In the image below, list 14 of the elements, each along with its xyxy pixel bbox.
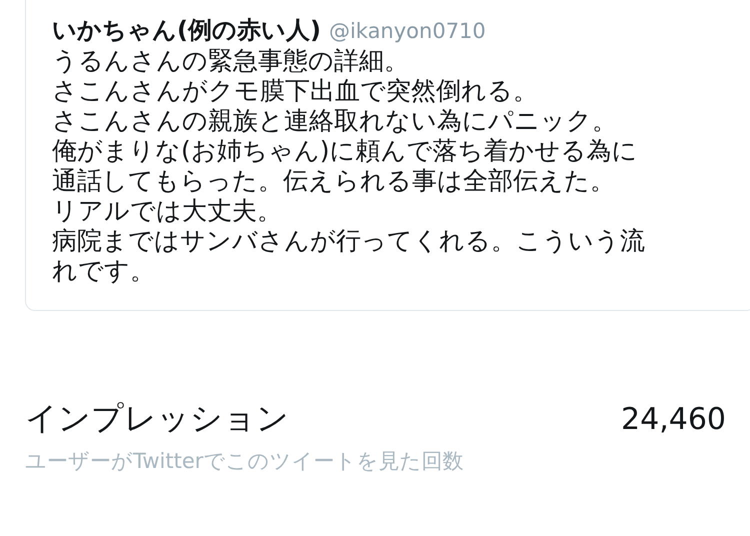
quoted-tweet-card[interactable]: いかちゃん(例の赤い人) @ikanyon0710 うるんさんの緊急事態の詳細。 さこんさんがクモ膜下出血で突然倒れる。 さこんさんの親族と連絡取れない為にパニック。 俺がまりな(お姉ちゃん)に頼んで落ち着かせる為に 通話してもらった。伝えられる事は全部伝えた。 リアルでは大丈夫。 病院まではサンバさんが行ってくれる。こういう流 れです。 [25,0,750,311]
tweet-text-line: れです。 [52,256,156,286]
tweet-text-line: さこんさんがクモ膜下出血で突然倒れる。 [52,76,539,106]
tweet-text-line: 通話してもらった。伝えられる事は全部伝えた。 [52,166,616,196]
tweet-text-line: 俺がまりな(お姉ちゃん)に頼んで落ち着かせる為に [52,136,639,166]
tweet-text-line: 病院まではサンバさんが行ってくれる。こういう流 [52,226,646,256]
tweet-text-line: うるんさんの緊急事態の詳細。 [52,46,410,76]
author-handle: @ikanyon0710 [328,19,486,43]
tweet-text-line: さこんさんの親族と連絡取れない為にパニック。 [52,106,618,136]
tweet-text-line: リアルでは大丈夫。 [52,196,283,226]
author-name: いかちゃん(例の赤い人) [52,15,321,46]
impressions-description: ユーザーがTwitterでこのツイートを見た回数 [25,448,464,475]
impressions-count: 24,460 [621,402,726,437]
impressions-label: インプレッション [25,398,289,439]
